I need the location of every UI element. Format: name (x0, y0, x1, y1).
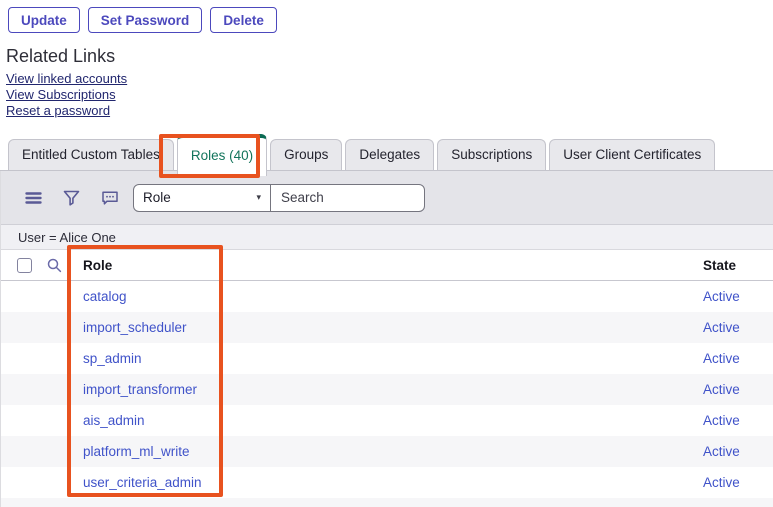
related-link[interactable]: Reset a password (6, 103, 773, 119)
table-body: catalog Active import_scheduler Active (1, 281, 773, 507)
table-row: catalog Active (1, 281, 773, 312)
breadcrumb-row: User = Alice One (1, 225, 773, 250)
related-list-tab[interactable]: Groups (270, 139, 342, 170)
list-menu-icon[interactable] (25, 191, 42, 205)
table-row: user_criteria_admin Active (1, 467, 773, 498)
table-row: ais_admin Active (1, 405, 773, 436)
list-toolbar-icons (25, 190, 119, 206)
role-link[interactable]: import_scheduler (83, 320, 187, 335)
table-row: sp_admin Active (1, 343, 773, 374)
role-link[interactable]: catalog (83, 289, 127, 304)
state-link[interactable]: Active (703, 289, 740, 304)
form-action-button[interactable]: Set Password (88, 7, 203, 33)
related-list-tab[interactable]: Entitled Custom Tables (8, 139, 174, 170)
roles-list-card: Role ▾ User = Alice One (0, 171, 773, 507)
table-header-row: Role State (1, 250, 773, 281)
form-action-button[interactable]: Delete (210, 7, 277, 33)
breadcrumb[interactable]: User = Alice One (18, 230, 116, 245)
related-lists-tabbar: Entitled Custom Tables Roles (40) Groups… (0, 139, 773, 171)
role-link[interactable]: sp_admin (83, 351, 142, 366)
state-cell: Active (703, 475, 773, 490)
related-link[interactable]: View Subscriptions (6, 87, 773, 103)
search-field-value: Role (143, 190, 171, 205)
role-cell: platform_ml_write (83, 444, 703, 459)
related-link[interactable]: View linked accounts (6, 71, 773, 87)
search-field-select[interactable]: Role ▾ (134, 185, 271, 211)
role-cell: import_transformer (83, 382, 703, 397)
state-link[interactable]: Active (703, 475, 740, 490)
state-link[interactable]: Active (703, 320, 740, 335)
related-list-tab[interactable]: User Client Certificates (549, 139, 715, 170)
filter-icon[interactable] (63, 190, 80, 206)
role-link[interactable]: user_criteria_admin (83, 475, 202, 490)
role-cell: ais_admin (83, 413, 703, 428)
table-row: import_scheduler Active (1, 312, 773, 343)
column-search-cell (47, 258, 83, 273)
state-cell: Active (703, 351, 773, 366)
state-cell: Active (703, 289, 773, 304)
state-cell: Active (703, 382, 773, 397)
form-action-bar: Update Set Password Delete (0, 0, 773, 33)
state-cell: Active (703, 413, 773, 428)
state-link[interactable]: Active (703, 444, 740, 459)
form-action-button[interactable]: Update (8, 7, 80, 33)
role-link[interactable]: ais_admin (83, 413, 145, 428)
search-icon[interactable] (47, 258, 62, 273)
table-row: platform_ml_write Active (1, 436, 773, 467)
state-link[interactable]: Active (703, 351, 740, 366)
related-list-tab[interactable]: Roles (40) (177, 134, 267, 176)
role-link[interactable]: import_transformer (83, 382, 197, 397)
role-link[interactable]: platform_ml_write (83, 444, 190, 459)
state-link[interactable]: Active (703, 413, 740, 428)
role-cell: catalog (83, 289, 703, 304)
chevron-down-icon: ▾ (256, 192, 261, 203)
select-all-cell (1, 258, 47, 273)
search-box (271, 185, 424, 211)
related-list-tab[interactable]: Delegates (345, 139, 434, 170)
related-links-title: Related Links (6, 46, 773, 66)
state-cell: Active (703, 444, 773, 459)
column-header-state[interactable]: State (703, 258, 773, 273)
table-row-partial (1, 498, 773, 507)
role-cell: user_criteria_admin (83, 475, 703, 490)
select-all-checkbox[interactable] (17, 258, 32, 273)
related-list-tab[interactable]: Subscriptions (437, 139, 546, 170)
list-toolbar: Role ▾ (1, 171, 773, 225)
table-row: import_transformer Active (1, 374, 773, 405)
state-link[interactable]: Active (703, 382, 740, 397)
state-cell: Active (703, 320, 773, 335)
record-detail-page: Update Set Password Delete Related Links… (0, 0, 773, 507)
related-links-list: View linked accounts View Subscriptions … (6, 71, 773, 119)
list-search-combo: Role ▾ (133, 184, 425, 212)
column-header-role[interactable]: Role (83, 258, 703, 273)
comments-icon[interactable] (101, 190, 119, 206)
role-cell: sp_admin (83, 351, 703, 366)
role-cell: import_scheduler (83, 320, 703, 335)
search-input[interactable] (271, 185, 424, 211)
